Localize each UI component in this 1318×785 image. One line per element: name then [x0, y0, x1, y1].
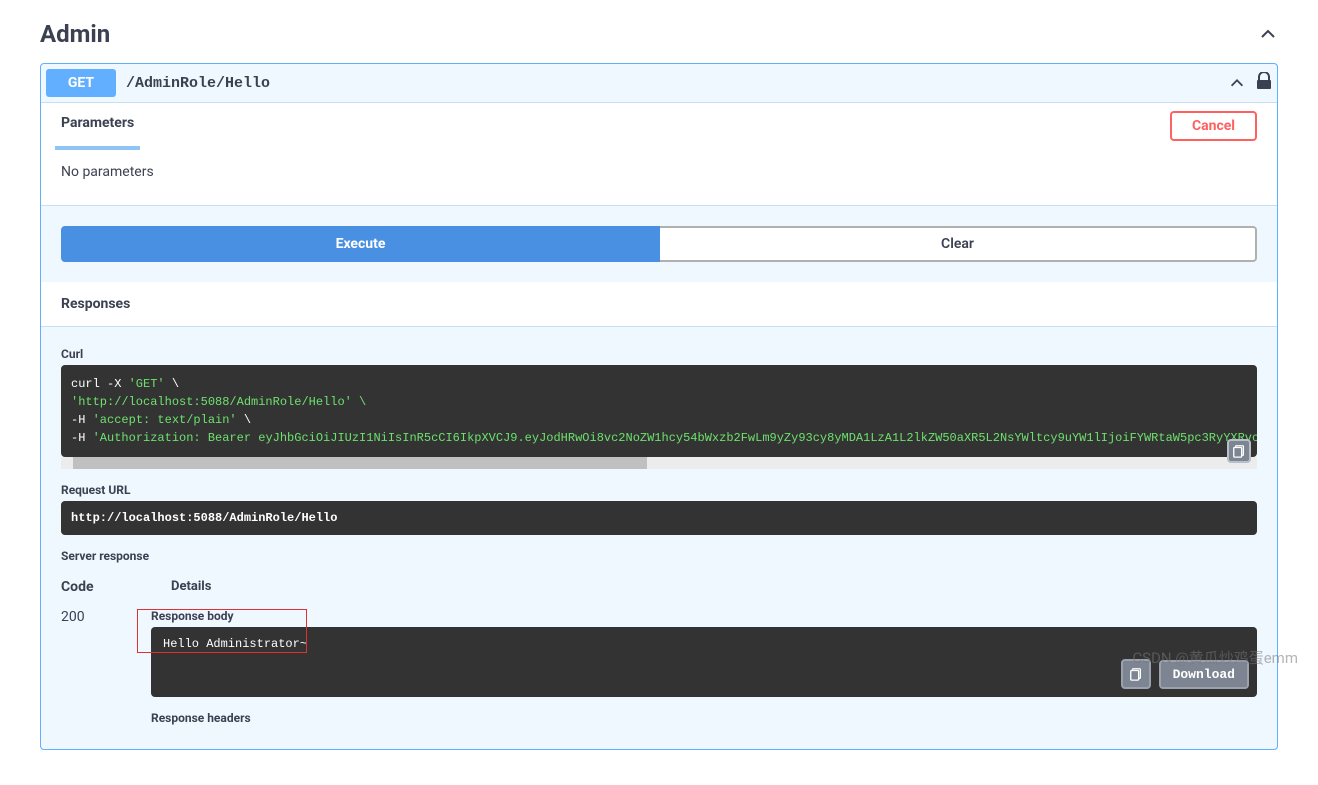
response-row: 200 Response body Hello Administrator~ D… [61, 601, 1257, 729]
curl-label: Curl [61, 347, 1257, 361]
operation-summary[interactable]: GET /AdminRole/Hello [41, 64, 1277, 102]
curl-text: -H [71, 431, 93, 445]
curl-text: -H [71, 413, 93, 427]
response-body-block[interactable]: Hello Administrator~ Download [151, 627, 1257, 697]
response-code: 200 [61, 609, 121, 729]
execute-button[interactable]: Execute [61, 226, 660, 262]
scroll-thumb[interactable] [73, 457, 647, 469]
copy-response-button[interactable] [1121, 659, 1151, 689]
curl-text: 'accept: text/plain' [93, 413, 237, 427]
parameters-body: No parameters [41, 149, 1277, 206]
method-badge: GET [46, 69, 116, 97]
parameters-header: Parameters Cancel [41, 103, 1277, 149]
curl-scrollbar[interactable] [61, 457, 1257, 469]
curl-text: curl -X [71, 377, 129, 391]
response-body-label: Response body [151, 609, 1257, 623]
response-details: Response body Hello Administrator~ Downl… [151, 609, 1257, 729]
curl-block[interactable]: curl -X 'GET' \ 'http://localhost:5088/A… [61, 365, 1257, 457]
request-url-block[interactable]: http://localhost:5088/AdminRole/Hello [61, 501, 1257, 535]
collapse-operation-icon[interactable] [1228, 74, 1246, 92]
request-url-label: Request URL [61, 483, 1257, 497]
response-body-text: Hello Administrator~ [163, 637, 307, 651]
operation-body: Parameters Cancel No parameters Execute … [41, 102, 1277, 749]
details-header: Details [171, 579, 211, 595]
tag-title: Admin [40, 20, 110, 48]
parameters-title: Parameters [61, 111, 134, 141]
curl-text: \ [237, 413, 251, 427]
response-headers-label: Response headers [151, 711, 1257, 725]
lock-icon[interactable] [1256, 72, 1272, 94]
operation-path: /AdminRole/Hello [126, 75, 270, 92]
collapse-tag-icon[interactable] [1258, 24, 1278, 44]
clear-button[interactable]: Clear [660, 226, 1257, 262]
curl-wrapper: curl -X 'GET' \ 'http://localhost:5088/A… [61, 365, 1257, 469]
responses-header: Responses [41, 282, 1277, 327]
curl-text: \ [165, 377, 179, 391]
download-button[interactable]: Download [1159, 660, 1249, 689]
cancel-button[interactable]: Cancel [1170, 111, 1257, 141]
server-response-label: Server response [61, 549, 1257, 563]
clipboard-icon [1232, 444, 1246, 458]
tab-underline [55, 146, 140, 150]
tag-header[interactable]: Admin [40, 0, 1278, 63]
code-header: Code [61, 579, 121, 595]
copy-curl-button[interactable] [1227, 439, 1251, 463]
execute-row: Execute Clear [41, 206, 1277, 282]
curl-text: 'Authorization: Bearer eyJhbGciOiJIUzI1N… [93, 431, 1257, 445]
responses-body: Curl curl -X 'GET' \ 'http://localhost:5… [41, 327, 1277, 749]
operation-block: GET /AdminRole/Hello Parameters Cancel N… [40, 63, 1278, 750]
clipboard-icon [1129, 667, 1143, 681]
curl-text: 'http://localhost:5088/AdminRole/Hello' … [71, 395, 366, 409]
response-table-header: Code Details [61, 567, 1257, 601]
curl-text: 'GET' [129, 377, 165, 391]
